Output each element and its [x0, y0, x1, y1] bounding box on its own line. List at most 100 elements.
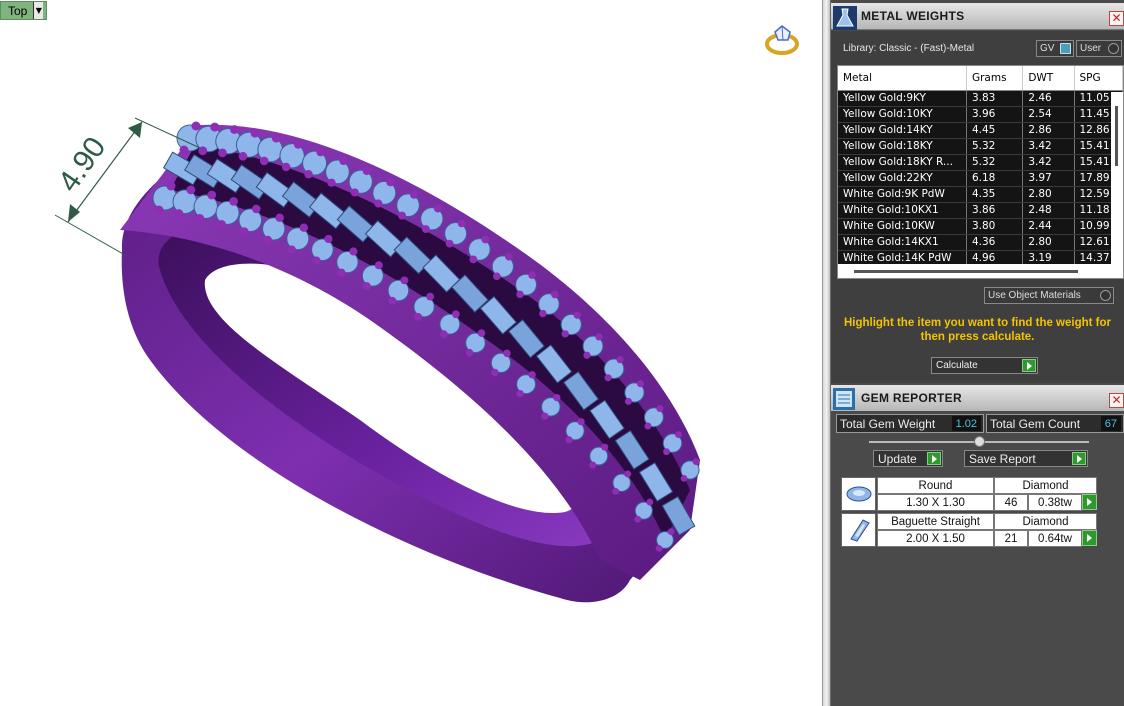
- metal-name-cell: White Gold:14KX1: [838, 234, 967, 251]
- prong: [451, 310, 460, 319]
- prong: [238, 151, 248, 161]
- total-gem-count: Total Gem Count 67: [986, 414, 1124, 433]
- prong: [663, 448, 670, 456]
- dwt-cell: 3.42: [1022, 154, 1075, 171]
- column-header-spg[interactable]: SPG: [1074, 66, 1123, 91]
- save-report-label: Save Report: [969, 451, 1036, 466]
- prong: [465, 348, 474, 357]
- chevron-down-icon[interactable]: ▼: [33, 2, 44, 19]
- use-object-materials-indicator-icon: [1100, 290, 1111, 301]
- play-icon: [1022, 359, 1036, 372]
- metal-table-container[interactable]: Metal Grams DWT SPG Yellow Gold:9KY 3.83 2…: [837, 65, 1124, 279]
- gem-size: 2.00 X 1.50: [877, 530, 994, 547]
- dimension-label: 4.90: [52, 131, 113, 198]
- prong: [349, 247, 358, 256]
- flask-icon: [833, 6, 857, 30]
- grams-cell: 6.18: [966, 170, 1024, 187]
- dwt-cell: 2.54: [1022, 106, 1075, 123]
- view-cube-icon[interactable]: [762, 20, 800, 58]
- baguette-gem-icon: [841, 513, 876, 547]
- horizontal-scrollbar[interactable]: [838, 264, 1123, 278]
- prong: [287, 245, 296, 254]
- use-object-materials-toggle[interactable]: Use Object Materials: [984, 287, 1114, 304]
- prong: [229, 197, 238, 206]
- prong: [505, 252, 513, 261]
- gem-row[interactable]: Baguette Straight Diamond 2.00 X 1.50 21…: [841, 513, 1099, 547]
- metal-table-row[interactable]: White Gold:14KX1 4.36 2.80 12.61: [838, 234, 1123, 251]
- save-report-button[interactable]: Save Report: [964, 450, 1088, 467]
- prong: [469, 255, 478, 264]
- prong: [667, 528, 675, 535]
- dwt-cell: 2.80: [1022, 234, 1075, 251]
- prong: [400, 276, 409, 285]
- play-icon[interactable]: [1082, 530, 1097, 546]
- grams-cell: 5.32: [966, 154, 1024, 171]
- calculate-button[interactable]: Calculate: [931, 357, 1038, 374]
- prong: [503, 349, 511, 358]
- user-toggle[interactable]: User: [1076, 40, 1122, 57]
- metal-name-cell: Yellow Gold:10KY: [838, 106, 967, 123]
- metal-name-cell: Yellow Gold:22KY: [838, 170, 967, 187]
- metal-table-row[interactable]: Yellow Gold:18KY R... 5.32 3.42 15.41: [838, 154, 1123, 171]
- right-panel: METAL WEIGHTS ✕ Library: Classic - (Fast…: [831, 0, 1124, 706]
- metal-table-header: Metal Grams DWT SPG: [838, 66, 1123, 91]
- prong: [439, 330, 448, 338]
- metal-table-row[interactable]: Yellow Gold:14KY 4.45 2.86 12.86: [838, 122, 1123, 139]
- dwt-cell: 2.48: [1022, 202, 1075, 219]
- close-icon[interactable]: ✕: [1109, 11, 1124, 26]
- prong: [604, 374, 612, 382]
- metal-table-row[interactable]: Yellow Gold:22KY 6.18 3.97 17.89: [838, 170, 1123, 187]
- prong: [551, 290, 559, 299]
- prong: [350, 188, 359, 197]
- dwt-cell: 3.97: [1022, 170, 1075, 187]
- gem-shape: Round: [877, 477, 994, 494]
- close-icon[interactable]: ✕: [1109, 393, 1124, 408]
- prong: [553, 393, 561, 402]
- gv-toggle[interactable]: GV: [1036, 40, 1074, 57]
- column-header-metal[interactable]: Metal: [838, 66, 967, 91]
- grams-cell: 3.86: [966, 202, 1024, 219]
- total-gem-weight: Total Gem Weight 1.02: [836, 414, 984, 433]
- 3d-viewport[interactable]: 4.90 Top ▼: [0, 0, 823, 706]
- column-header-grams[interactable]: Grams: [966, 66, 1024, 91]
- prong: [612, 487, 620, 495]
- prong: [680, 475, 688, 482]
- gem-reporter-body: Total Gem Weight 1.02 Total Gem Count 67…: [831, 411, 1124, 706]
- metal-table-row[interactable]: White Gold:10KW 3.80 2.44 10.99: [838, 218, 1123, 235]
- gem-material: Diamond: [994, 477, 1097, 494]
- prong: [374, 199, 383, 208]
- metal-table-row[interactable]: Yellow Gold:18KY 5.32 3.42 15.41: [838, 138, 1123, 155]
- prong: [516, 389, 524, 398]
- prong: [191, 121, 201, 131]
- prong: [644, 422, 652, 430]
- report-slider[interactable]: [869, 436, 1089, 447]
- instruction-message: Highlight the item you want to find the …: [843, 317, 1112, 343]
- metal-table: Metal Grams DWT SPG Yellow Gold:9KY 3.83 2…: [838, 66, 1123, 267]
- panel-splitter[interactable]: [823, 0, 831, 706]
- ring-model[interactable]: 4.90: [0, 0, 823, 706]
- prong: [433, 204, 442, 213]
- prong: [324, 234, 333, 244]
- slider-handle[interactable]: [974, 436, 985, 447]
- metal-name-cell: White Gold:10KX1: [838, 202, 967, 219]
- prong: [174, 209, 184, 219]
- metal-table-row[interactable]: Yellow Gold:10KY 3.96 2.54 11.45: [838, 106, 1123, 123]
- vertical-scrollbar[interactable]: [1111, 92, 1123, 278]
- view-selector[interactable]: Top ▼: [0, 1, 47, 20]
- update-button[interactable]: Update: [873, 450, 943, 467]
- gem-count: 21: [994, 530, 1028, 547]
- prong: [573, 311, 581, 319]
- scroll-thumb[interactable]: [1115, 106, 1118, 166]
- gem-row[interactable]: Round Diamond 1.30 X 1.30 46 0.38tw: [841, 477, 1099, 511]
- prong: [316, 147, 325, 157]
- prong: [240, 227, 249, 236]
- gem-material: Diamond: [994, 513, 1097, 530]
- scroll-thumb[interactable]: [854, 270, 1078, 273]
- metal-table-row[interactable]: White Gold:10KX1 3.86 2.48 11.18: [838, 202, 1123, 219]
- metal-table-row[interactable]: Yellow Gold:9KY 3.83 2.46 11.05: [838, 90, 1123, 107]
- play-icon[interactable]: [1082, 494, 1097, 510]
- column-header-dwt[interactable]: DWT: [1022, 66, 1075, 91]
- metal-table-row[interactable]: White Gold:9K PdW 4.35 2.80 12.59: [838, 186, 1123, 203]
- prong: [275, 213, 284, 222]
- prong: [624, 397, 632, 405]
